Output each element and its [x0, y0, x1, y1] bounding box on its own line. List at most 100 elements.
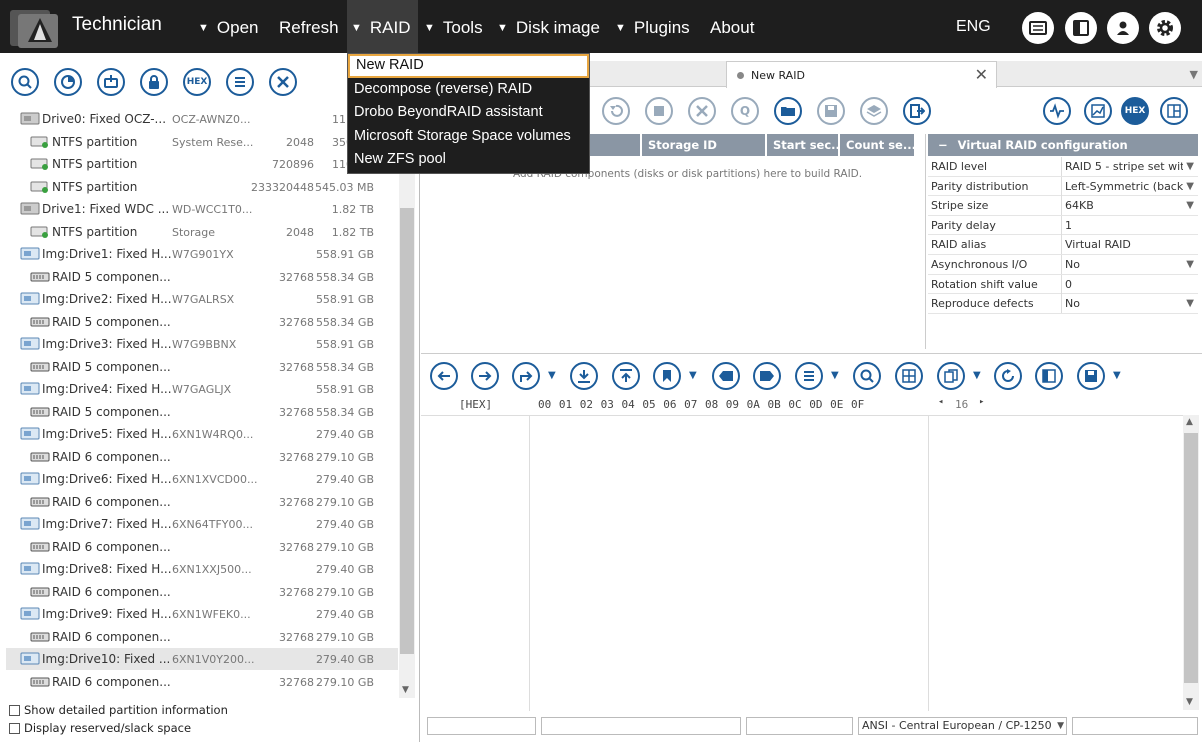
grid-header-storage-id[interactable]: Storage ID	[642, 134, 766, 156]
tree-component-row[interactable]: RAID 5 componen... 32768 558.34 GB	[6, 311, 398, 333]
save-config-button[interactable]	[817, 97, 845, 125]
tree-component-row[interactable]: RAID 6 componen... 32768 279.10 GB	[6, 491, 398, 513]
tree-partition-row[interactable]: NTFS partition720896110.9...	[6, 153, 398, 175]
tree-image-row[interactable]: Img:Drive1: Fixed H... W7G901YX 558.91 GB	[6, 243, 398, 265]
panels-button[interactable]	[1065, 12, 1097, 44]
lock-button[interactable]	[140, 68, 168, 96]
copy-dropdown-icon[interactable]: ▼	[973, 370, 981, 381]
chevron-down-icon[interactable]: ▼	[1186, 294, 1194, 313]
tree-component-row[interactable]: RAID 5 componen... 32768 558.34 GB	[6, 401, 398, 423]
tree-partition-row[interactable]: NTFS partition 233320448 545.03 MB	[6, 176, 398, 198]
config-value[interactable]: Virtual RAID	[1065, 235, 1183, 254]
tree-image-row[interactable]: Img:Drive5: Fixed H... 6XN1W4RQ0... 279.40…	[6, 423, 398, 445]
tree-image-row[interactable]: Img:Drive9: Fixed H... 6XN1WFEK0... 279.40…	[6, 603, 398, 625]
save-data-button[interactable]	[1077, 362, 1105, 390]
tree-image-row[interactable]: Img:Drive3: Fixed H... W7G9BBNX 558.91 GB	[6, 333, 398, 355]
layout-button[interactable]	[1160, 97, 1188, 125]
checkbox-box[interactable]	[9, 705, 20, 716]
display-reserved-checkbox[interactable]: Display reserved/slack space	[9, 721, 191, 735]
chevron-down-icon[interactable]: ▼	[1057, 718, 1064, 734]
scrollbar-thumb[interactable]	[1184, 433, 1198, 683]
properties-button[interactable]	[226, 68, 254, 96]
width-increase-icon[interactable]: ▸	[979, 397, 984, 407]
list-view-button[interactable]	[795, 362, 823, 390]
find-button[interactable]	[853, 362, 881, 390]
tree-image-row[interactable]: Img:Drive8: Fixed H... 6XN1XXJ500... 279.4…	[6, 558, 398, 580]
forward-button[interactable]	[471, 362, 499, 390]
menu-refresh[interactable]: Refresh	[279, 18, 339, 38]
menu-disk-image[interactable]: ▼ Disk image	[497, 18, 600, 38]
reload-button[interactable]	[994, 362, 1022, 390]
tree-component-row[interactable]: RAID 6 componen... 32768 279.10 GB	[6, 626, 398, 648]
search-lost-button[interactable]	[54, 68, 82, 96]
disk-image-button[interactable]	[97, 68, 125, 96]
hex-view[interactable]	[421, 415, 1183, 711]
scroll-down-icon[interactable]: ▼	[402, 685, 409, 695]
chevron-down-icon[interactable]: ▼	[1186, 255, 1194, 274]
config-header[interactable]: − Virtual RAID configuration	[928, 134, 1198, 156]
config-row[interactable]: RAID alias Virtual RAID	[928, 235, 1198, 255]
tree-image-row[interactable]: Img:Drive6: Fixed H... 6XN1XVCD00... 279.4…	[6, 468, 398, 490]
dropdown-new-zfs-pool[interactable]: New ZFS pool	[348, 148, 589, 172]
layers-button[interactable]	[860, 97, 888, 125]
menu-tools[interactable]: ▼ Tools	[424, 18, 483, 38]
tree-partition-row[interactable]: NTFS partition Storage 2048 1.82 TB	[6, 221, 398, 243]
menu-about[interactable]: About	[710, 18, 754, 38]
hex-button[interactable]: HEX	[183, 68, 211, 96]
hex-view-button[interactable]: HEX	[1121, 97, 1149, 125]
config-value[interactable]: No	[1065, 294, 1183, 313]
tree-component-row[interactable]: RAID 6 componen... 32768 279.10 GB	[6, 536, 398, 558]
chevron-down-icon[interactable]: ▼	[1186, 177, 1194, 196]
tree-component-row[interactable]: RAID 6 componen... 32768 279.10 GB	[6, 671, 398, 693]
next-tag-button[interactable]	[753, 362, 781, 390]
upload-button[interactable]	[612, 362, 640, 390]
dropdown-new-raid[interactable]: New RAID	[348, 54, 589, 78]
bookmark-dropdown-icon[interactable]: ▼	[689, 370, 697, 381]
settings-button[interactable]	[1149, 12, 1181, 44]
tree-image-row[interactable]: Img:Drive4: Fixed H... W7GAGLJX 558.91 GB	[6, 378, 398, 400]
hex-scrollbar[interactable]: ▲ ▼	[1183, 415, 1199, 710]
goto-button[interactable]	[512, 362, 540, 390]
config-row[interactable]: Rotation shift value 0	[928, 274, 1198, 295]
config-value[interactable]: 1	[1065, 216, 1183, 235]
config-row[interactable]: Parity delay 1	[928, 215, 1198, 236]
tab-new-raid[interactable]: New RAID ✕	[726, 61, 997, 88]
dropdown-storage-spaces[interactable]: Microsoft Storage Space volumes	[348, 125, 589, 149]
tree-component-row[interactable]: RAID 5 componen... 32768 558.34 GB	[6, 266, 398, 288]
tab-close-icon[interactable]: ✕	[975, 65, 988, 84]
collapse-icon[interactable]: −	[938, 138, 948, 152]
activity-button[interactable]	[1043, 97, 1071, 125]
split-view-button[interactable]	[1035, 362, 1063, 390]
tree-component-row[interactable]: RAID 6 componen... 32768 279.10 GB	[6, 446, 398, 468]
dropdown-drobo-assistant[interactable]: Drobo BeyondRAID assistant	[348, 101, 589, 125]
scroll-up-icon[interactable]: ▲	[1186, 417, 1193, 427]
download-button[interactable]	[570, 362, 598, 390]
remove-button[interactable]	[688, 97, 716, 125]
tree-component-row[interactable]: RAID 6 componen... 32768 279.10 GB	[6, 581, 398, 603]
save-dropdown-icon[interactable]: ▼	[1113, 370, 1121, 381]
scrollbar-thumb[interactable]	[400, 208, 414, 654]
tree-image-row[interactable]: Img:Drive2: Fixed H... W7GALRSX 558.91 GB	[6, 288, 398, 310]
width-decrease-icon[interactable]: ◂	[938, 397, 943, 407]
chart-button[interactable]	[1084, 97, 1112, 125]
open-config-button[interactable]	[774, 97, 802, 125]
undo-button[interactable]	[602, 97, 630, 125]
list-dropdown-icon[interactable]: ▼	[831, 370, 839, 381]
back-button[interactable]	[430, 362, 458, 390]
config-value[interactable]: 0	[1065, 275, 1183, 294]
tree-image-row[interactable]: Img:Drive7: Fixed H... 6XN64TFY00... 279.4…	[6, 513, 398, 535]
export-button[interactable]	[903, 97, 931, 125]
config-row[interactable]: Reproduce defects No ▼	[928, 294, 1198, 314]
copy-button[interactable]	[937, 362, 965, 390]
menu-plugins[interactable]: ▼ Plugins	[615, 18, 690, 38]
bookmark-button[interactable]	[653, 362, 681, 390]
language-selector[interactable]: ENG	[956, 18, 991, 36]
encoding-select[interactable]: ANSI - Central European / CP-1250 ▼	[858, 717, 1067, 735]
config-value[interactable]: No	[1065, 255, 1183, 274]
scroll-down-icon[interactable]: ▼	[1186, 697, 1193, 707]
chevron-down-icon[interactable]: ▼	[1186, 196, 1194, 215]
config-value[interactable]: RAID 5 - stripe set with	[1065, 157, 1183, 176]
menu-open[interactable]: ▼ Open	[198, 18, 258, 38]
tree-drive-row[interactable]: Drive1: Fixed WDC ... WD-WCC1T0... 1.82 TB	[6, 198, 398, 220]
config-row[interactable]: Stripe size 64KB ▼	[928, 196, 1198, 216]
